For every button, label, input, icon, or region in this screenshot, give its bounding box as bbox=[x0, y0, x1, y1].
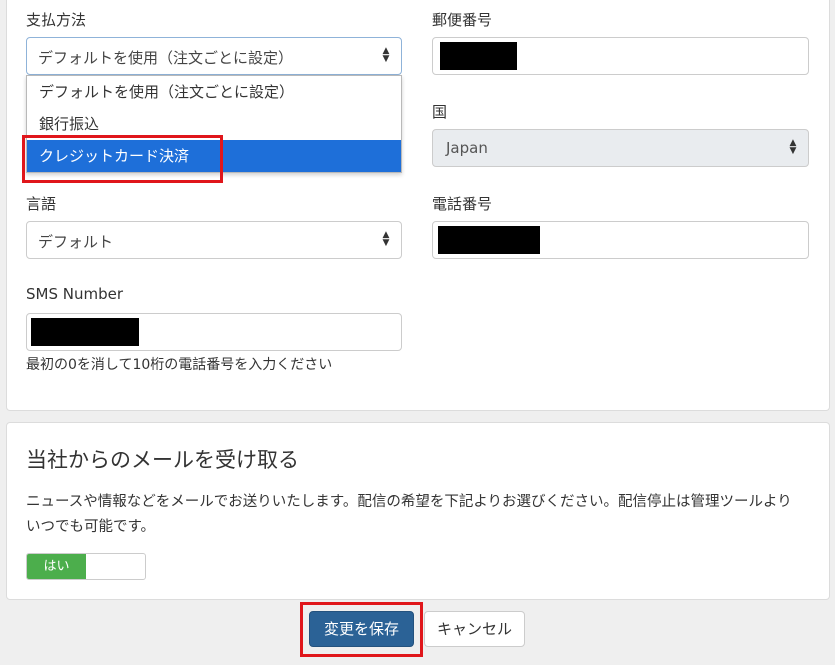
language-value: デフォルト bbox=[38, 233, 114, 251]
payment-method-dropdown: デフォルトを使用（注文ごとに設定） 銀行振込 クレジットカード決済 bbox=[26, 75, 402, 173]
country-select[interactable]: Japan ▲ ▼ bbox=[432, 129, 809, 167]
payment-option-credit-card[interactable]: クレジットカード決済 bbox=[27, 140, 401, 172]
toggle-on-label: はい bbox=[27, 554, 86, 579]
payment-option-default[interactable]: デフォルトを使用（注文ごとに設定） bbox=[27, 76, 401, 108]
postal-code-redacted-value bbox=[440, 42, 517, 70]
language-select[interactable]: デフォルト ▲ ▼ bbox=[26, 221, 402, 259]
mail-section-description: ニュースや情報などをメールでお送りいたします。配信の希望を下記よりお選びください… bbox=[26, 494, 792, 535]
mail-subscription-toggle[interactable]: はい bbox=[26, 553, 146, 580]
select-caret-icon: ▲ ▼ bbox=[382, 230, 390, 248]
country-value: Japan bbox=[446, 139, 488, 157]
postal-code-label: 郵便番号 bbox=[432, 11, 493, 29]
payment-method-select[interactable]: デフォルトを使用（注文ごとに設定） ▲ ▼ bbox=[26, 37, 402, 75]
phone-input[interactable] bbox=[432, 221, 809, 259]
select-caret-icon: ▲ ▼ bbox=[789, 138, 797, 156]
mail-section-title: 当社からのメールを受け取る bbox=[26, 448, 299, 472]
cancel-button[interactable]: キャンセル bbox=[424, 611, 525, 647]
sms-number-label: SMS Number bbox=[26, 285, 124, 303]
payment-method-label: 支払方法 bbox=[26, 11, 87, 29]
language-label: 言語 bbox=[26, 195, 57, 213]
payment-option-bank-transfer[interactable]: 銀行振込 bbox=[27, 108, 401, 140]
payment-method-value: デフォルトを使用（注文ごとに設定） bbox=[38, 49, 294, 67]
postal-code-input[interactable] bbox=[432, 37, 809, 75]
sms-redacted-value bbox=[31, 318, 139, 346]
save-button[interactable]: 変更を保存 bbox=[309, 611, 414, 647]
select-caret-icon: ▲ ▼ bbox=[382, 46, 390, 64]
phone-label: 電話番号 bbox=[432, 195, 493, 213]
page: 支払方法 デフォルトを使用（注文ごとに設定） ▲ ▼ デフォルトを使用（注文ごとに… bbox=[0, 0, 835, 665]
phone-redacted-value bbox=[438, 226, 540, 254]
sms-help-text: 最初の0を消して10桁の電話番号を入力ください bbox=[26, 357, 333, 373]
country-label: 国 bbox=[432, 103, 448, 121]
sms-number-input[interactable] bbox=[26, 313, 402, 351]
